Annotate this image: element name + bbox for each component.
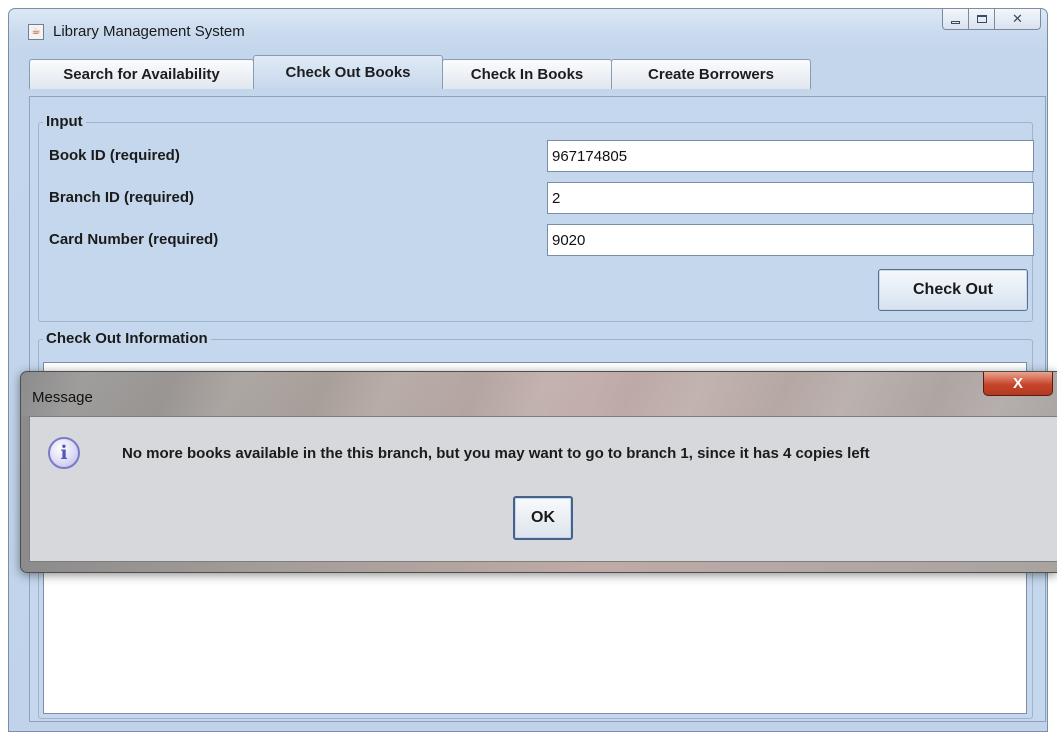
minimize-icon (951, 20, 960, 24)
book-id-label: Book ID (required) (49, 147, 180, 164)
card-number-field[interactable]: 9020 (547, 224, 1034, 256)
tab-check-out-books[interactable]: Check Out Books (253, 55, 443, 89)
branch-id-label: Branch ID (required) (49, 189, 195, 206)
dialog-close-button[interactable]: X (983, 372, 1053, 396)
close-button[interactable]: ✕ (995, 9, 1041, 30)
tab-strip: Search for Availability Check Out Books … (29, 55, 811, 89)
maximize-icon (976, 15, 987, 23)
title-bar[interactable]: ☕ Library Management System ✕ (9, 9, 1047, 53)
tab-check-in-books[interactable]: Check In Books (442, 59, 612, 89)
window-title: Library Management System (53, 23, 245, 40)
dialog-message: No more books available in the this bran… (122, 445, 870, 462)
minimize-button[interactable] (942, 9, 969, 30)
branch-id-field[interactable]: 2 (547, 182, 1034, 214)
maximize-button[interactable] (969, 9, 995, 30)
input-group-title: Input (43, 113, 86, 130)
java-app-icon: ☕ (28, 24, 44, 40)
dialog-body: i No more books available in the this br… (29, 416, 1057, 562)
check-out-information-title: Check Out Information (43, 330, 211, 347)
close-icon: X (1012, 375, 1023, 392)
caption-buttons: ✕ (942, 9, 1041, 31)
message-dialog: Message X i No more books available in t… (20, 371, 1057, 573)
information-icon: i (48, 437, 80, 469)
tab-search-availability[interactable]: Search for Availability (29, 59, 254, 89)
check-out-button[interactable]: Check Out (878, 269, 1028, 311)
screen: ☕ Library Management System ✕ Search for… (0, 0, 1057, 740)
tab-create-borrowers[interactable]: Create Borrowers (611, 59, 811, 89)
card-number-label: Card Number (required) (49, 231, 219, 248)
ok-button[interactable]: OK (513, 496, 573, 540)
close-icon: ✕ (1012, 11, 1023, 26)
input-group: Input Book ID (required) 967174805 Branc… (38, 113, 1034, 322)
dialog-title: Message (32, 389, 93, 406)
book-id-field[interactable]: 967174805 (547, 140, 1034, 172)
